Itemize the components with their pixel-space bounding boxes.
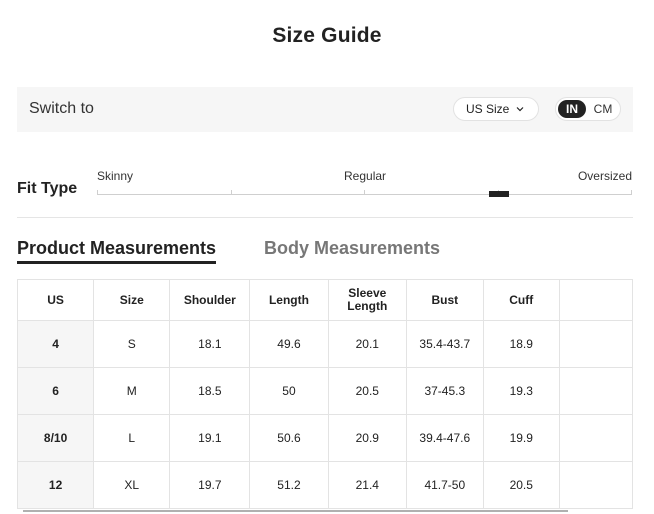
size-system-select[interactable]: US Size <box>453 97 539 121</box>
fit-scale-tick <box>364 190 365 195</box>
cell-more <box>558 414 633 462</box>
cell-sleeve-length: 20.5 <box>327 367 407 415</box>
tab-product-measurements[interactable]: Product Measurements <box>17 238 216 259</box>
chevron-down-icon <box>516 107 524 112</box>
cell-cuff: 19.9 <box>482 414 560 462</box>
cell-us: 8/10 <box>17 414 95 462</box>
fit-option-oversized: Oversized <box>577 169 632 183</box>
size-select-value: US Size <box>466 102 510 116</box>
cell-us: 6 <box>17 367 95 415</box>
header-sleeve-length: Sleeve Length <box>327 279 407 321</box>
cell-shoulder: 18.1 <box>169 320 251 368</box>
table-row: 8/10 L 19.1 50.6 20.9 39.4-47.6 19.9 <box>17 414 633 462</box>
cell-length: 51.2 <box>249 461 329 509</box>
fit-option-skinny: Skinny <box>97 169 134 183</box>
switch-bar: Switch to US Size IN CM <box>17 87 633 132</box>
header-shoulder: Shoulder <box>169 279 251 321</box>
fit-scale-tick <box>231 190 232 195</box>
cell-bust: 41.7-50 <box>405 461 484 509</box>
cell-shoulder: 19.7 <box>169 461 251 509</box>
switch-label: Switch to <box>29 100 94 117</box>
cell-bust: 37-45.3 <box>405 367 484 415</box>
cell-length: 50.6 <box>249 414 329 462</box>
cell-size: L <box>93 414 171 462</box>
header-bust: Bust <box>405 279 484 321</box>
header-size: Size <box>93 279 171 321</box>
cell-length: 50 <box>249 367 329 415</box>
cell-us: 12 <box>17 461 95 509</box>
cell-bust: 39.4-47.6 <box>405 414 484 462</box>
cell-sleeve-length: 21.4 <box>327 461 407 509</box>
header-length: Length <box>249 279 329 321</box>
cell-size: S <box>93 320 171 368</box>
page-title: Size Guide <box>272 24 382 47</box>
cell-more <box>558 461 633 509</box>
measurements-table-container[interactable]: US Size Shoulder Length Sleeve Length Bu… <box>17 279 633 509</box>
fit-type-scale: Skinny Regular Oversized <box>97 168 633 200</box>
cell-us: 4 <box>17 320 95 368</box>
active-tab-underline <box>17 261 216 264</box>
cell-size: M <box>93 367 171 415</box>
cell-size: XL <box>93 461 171 509</box>
header-cuff: Cuff <box>482 279 560 321</box>
header-us: US <box>17 279 95 321</box>
cell-shoulder: 18.5 <box>169 367 251 415</box>
table-row: 6 M 18.5 50 20.5 37-45.3 19.3 <box>17 367 633 415</box>
table-horizontal-scrollbar[interactable] <box>23 510 568 512</box>
cell-more <box>558 367 633 415</box>
fit-scale-marker <box>489 191 509 197</box>
cell-more <box>558 320 633 368</box>
fit-scale-tick <box>631 190 632 195</box>
cell-cuff: 19.3 <box>482 367 560 415</box>
unit-in-option[interactable]: IN <box>558 100 586 118</box>
table-header-row: US Size Shoulder Length Sleeve Length Bu… <box>17 279 633 321</box>
fit-scale-tick <box>97 190 98 195</box>
fit-option-regular: Regular <box>344 169 387 183</box>
measurements-table: US Size Shoulder Length Sleeve Length Bu… <box>17 279 633 509</box>
header-more <box>558 279 633 321</box>
tab-body-measurements[interactable]: Body Measurements <box>264 238 440 259</box>
unit-cm-option[interactable]: CM <box>589 100 617 118</box>
table-row: 12 XL 19.7 51.2 21.4 41.7-50 20.5 <box>17 461 633 509</box>
cell-cuff: 20.5 <box>482 461 560 509</box>
cell-sleeve-length: 20.1 <box>327 320 407 368</box>
cell-cuff: 18.9 <box>482 320 560 368</box>
cell-shoulder: 19.1 <box>169 414 251 462</box>
table-row: 4 S 18.1 49.6 20.1 35.4-43.7 18.9 <box>17 320 633 368</box>
section-divider <box>17 217 633 218</box>
cell-bust: 35.4-43.7 <box>405 320 484 368</box>
cell-sleeve-length: 20.9 <box>327 414 407 462</box>
cell-length: 49.6 <box>249 320 329 368</box>
unit-toggle: IN CM <box>555 97 621 121</box>
fit-type-label: Fit Type <box>17 180 78 197</box>
